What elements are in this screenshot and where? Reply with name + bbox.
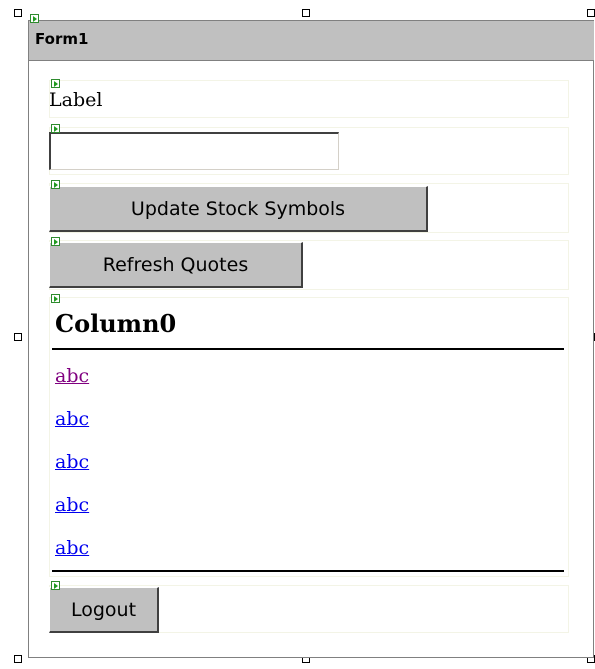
- grid-footer-divider: [52, 570, 564, 572]
- textbox-control-marker-icon[interactable]: [51, 124, 60, 133]
- stock-symbols-input[interactable]: [49, 132, 339, 170]
- form-control-marker-icon[interactable]: [30, 14, 39, 23]
- data-grid[interactable]: [49, 297, 569, 577]
- grid-row-link-4[interactable]: abc: [55, 494, 89, 516]
- label-text[interactable]: Label: [49, 89, 102, 111]
- grid-column-header: Column0: [55, 309, 177, 338]
- grid-row-link-1[interactable]: abc: [55, 365, 89, 387]
- grid-row-link-5[interactable]: abc: [55, 537, 89, 559]
- grid-row-link-3[interactable]: abc: [55, 451, 89, 473]
- grid-header-divider: [52, 348, 564, 350]
- grid-control-marker-icon[interactable]: [51, 294, 60, 303]
- update-button-control-marker-icon[interactable]: [51, 180, 60, 189]
- resize-handle-top-center-icon[interactable]: [302, 9, 310, 17]
- resize-handle-bottom-left-icon[interactable]: [14, 655, 22, 663]
- grid-row-link-2[interactable]: abc: [55, 408, 89, 430]
- label-panel: [49, 80, 569, 118]
- logout-button-control-marker-icon[interactable]: [51, 581, 60, 590]
- form-title: Form1: [35, 30, 89, 48]
- update-stock-symbols-button[interactable]: Update Stock Symbols: [49, 186, 428, 232]
- resize-handle-middle-left-icon[interactable]: [14, 333, 22, 341]
- resize-handle-top-right-icon[interactable]: [587, 9, 595, 17]
- form-titlebar[interactable]: Form1: [29, 21, 594, 61]
- refresh-quotes-button[interactable]: Refresh Quotes: [49, 242, 303, 288]
- logout-button[interactable]: Logout: [49, 587, 159, 633]
- resize-handle-top-left-icon[interactable]: [14, 9, 22, 17]
- label-control-marker-icon[interactable]: [51, 79, 60, 88]
- refresh-button-control-marker-icon[interactable]: [51, 237, 60, 246]
